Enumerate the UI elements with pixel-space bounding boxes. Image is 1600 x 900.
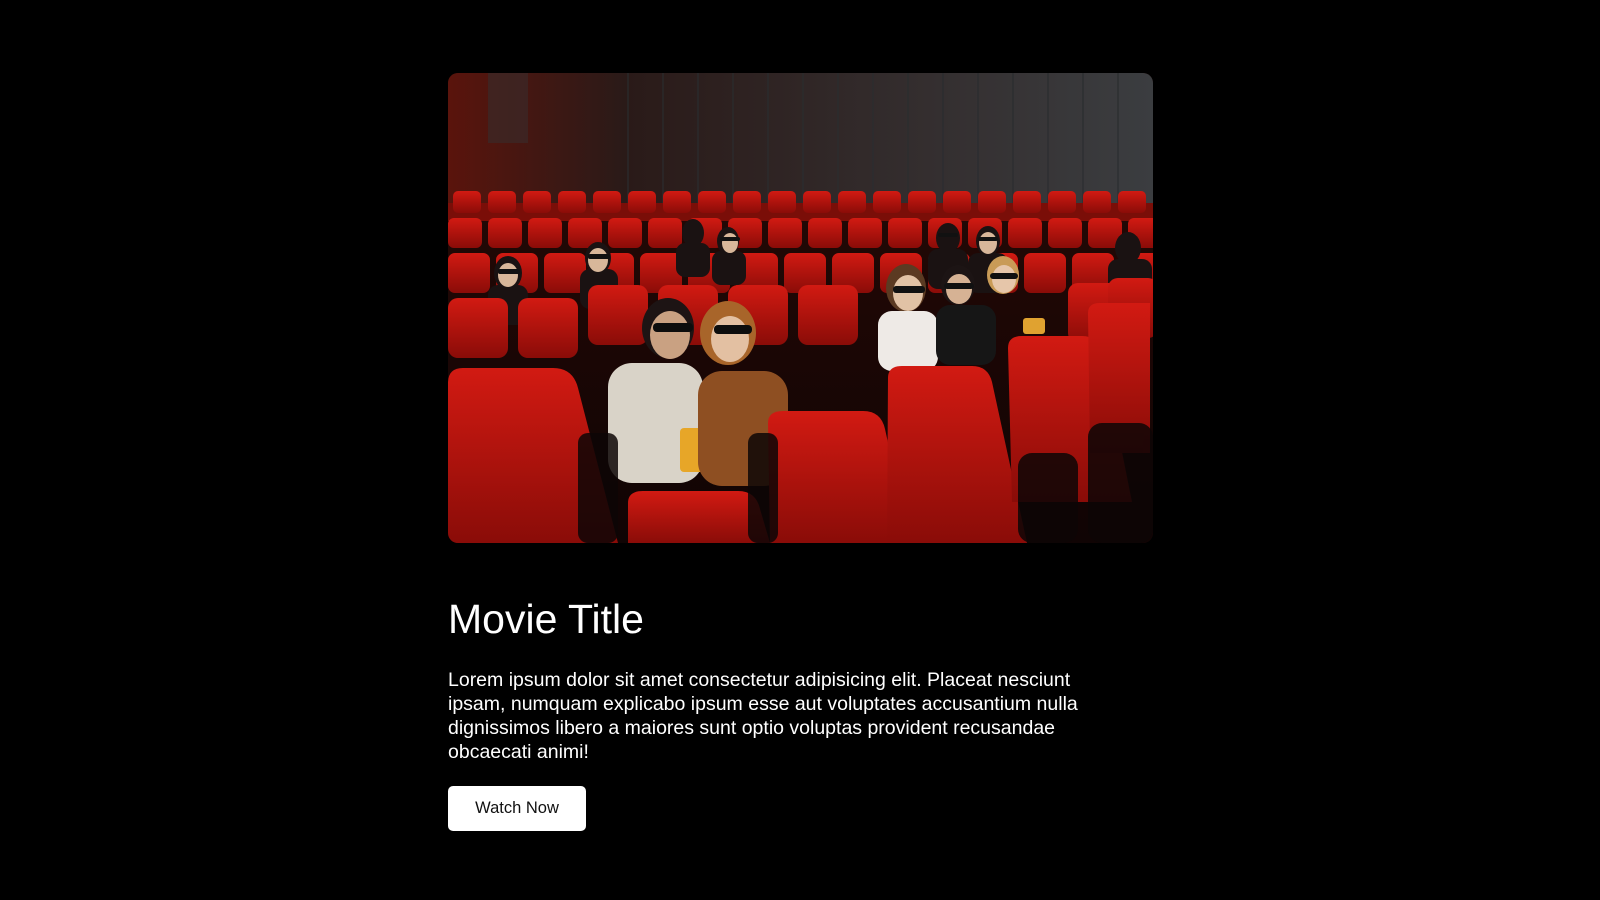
movie-title: Movie Title [448, 596, 644, 642]
movie-card: Movie Title Lorem ipsum dolor sit amet c… [448, 73, 1153, 832]
watch-now-button[interactable]: Watch Now [448, 786, 586, 832]
hero-image [448, 73, 1153, 543]
page: Movie Title Lorem ipsum dolor sit amet c… [0, 0, 1600, 900]
movie-description: Lorem ipsum dolor sit amet consectetur a… [448, 669, 1078, 764]
cinema-illustration [448, 73, 1153, 543]
